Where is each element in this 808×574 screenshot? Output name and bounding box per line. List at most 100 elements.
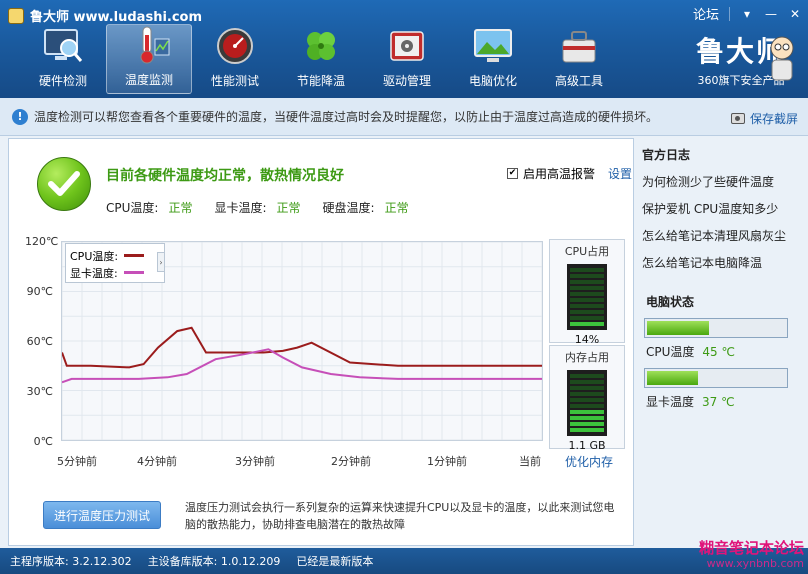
gpu-temp-row: 显卡温度 37 ℃ — [646, 393, 804, 410]
usage-bar-segment — [570, 304, 604, 308]
gpu-temp-meter-label: 显卡温度 — [646, 395, 695, 409]
main-nav: 硬件检测 温度监测 性能测试 节能降温 驱动管理 电脑优化 高级工具 — [20, 24, 622, 94]
log-link[interactable]: 怎么给笔记本清理风扇灰尘 — [642, 227, 804, 244]
nav-label: 温度监测 — [124, 73, 173, 87]
y-tick-label: 0℃ — [33, 435, 53, 448]
chart-legend: CPU温度: 显卡温度: › — [65, 243, 165, 283]
app-logo-icon — [8, 7, 24, 24]
nav-label: 电脑优化 — [468, 74, 517, 88]
thermometer-icon — [127, 25, 171, 65]
legend-swatch — [124, 254, 145, 257]
nav-energy-saving[interactable]: 节能降温 — [278, 24, 364, 94]
nav-driver-management[interactable]: 驱动管理 — [364, 24, 450, 94]
save-screenshot-label: 保存截屏 — [749, 112, 798, 126]
clover-icon — [299, 26, 343, 66]
menu-icon[interactable]: ▾ — [740, 7, 754, 21]
toolbox-icon — [557, 26, 601, 66]
log-link[interactable]: 怎么给笔记本电脑降温 — [642, 254, 804, 271]
memory-usage-meter — [567, 370, 607, 436]
monitor-landscape-icon — [471, 26, 515, 66]
x-tick-label: 2分钟前 — [331, 455, 371, 468]
legend-collapse-icon[interactable]: › — [157, 252, 165, 272]
x-tick-label: 当前 — [519, 455, 541, 468]
minimize-icon[interactable]: — — [764, 7, 778, 21]
status-row: CPU温度: 正常 显卡温度: 正常 硬盘温度: 正常 — [106, 199, 431, 216]
db-version: 主设备库版本: 1.0.12.209 — [147, 555, 281, 568]
divider — [729, 6, 730, 21]
nav-label: 硬件检测 — [38, 74, 87, 88]
cpu-temp-meter — [644, 318, 788, 338]
save-screenshot-button[interactable]: 保存截屏 — [730, 110, 798, 127]
nav-pc-optimize[interactable]: 电脑优化 — [450, 24, 536, 94]
cpu-usage-meter — [567, 264, 607, 330]
cpu-temp-meter-value: 45 ℃ — [702, 345, 735, 359]
usage-bar-segment — [570, 416, 604, 420]
gpu-temp-status: 正常 — [276, 201, 301, 215]
stress-test-description: 温度压力测试会执行一系列复杂的运算来快速提升CPU以及显卡的温度，以此来测试您电… — [185, 501, 615, 531]
nav-label: 驱动管理 — [382, 74, 431, 88]
legend-label: 显卡温度: — [70, 266, 118, 280]
memory-usage-value: 1.1 GB — [568, 439, 606, 452]
official-log-title: 官方日志 — [642, 148, 691, 162]
cpu-usage-panel: CPU占用 14% — [549, 239, 625, 346]
gpu-temp-meter-fill — [647, 371, 699, 385]
nav-label: 高级工具 — [554, 74, 603, 88]
temperature-panel: 目前各硬件温度均正常，散热情况良好 CPU温度: 正常 显卡温度: 正常 硬盘温… — [8, 138, 634, 546]
header: 鲁大师 www.ludashi.com 论坛 ▾ — ✕ 硬件检测 温度监测 性… — [0, 0, 808, 98]
disk-temp-label: 硬盘温度: — [322, 201, 375, 215]
speedometer-icon — [213, 26, 257, 66]
disk-temp-status: 正常 — [384, 201, 409, 215]
right-panel: 官方日志 为何检测少了些硬件温度 保护爱机 CPU温度知多少 怎么给笔记本清理风… — [636, 138, 804, 546]
cpu-temp-label: CPU温度: — [106, 201, 159, 215]
cpu-temp-meter-fill — [647, 321, 710, 335]
usage-bar-segment — [570, 398, 604, 402]
usage-bar-segment — [570, 316, 604, 320]
usage-bar-segment — [570, 280, 604, 284]
watermark-url: www.xynbnb.com — [706, 557, 804, 570]
x-tick-label: 1分钟前 — [427, 455, 467, 468]
nav-hardware-detect[interactable]: 硬件检测 — [20, 24, 106, 94]
gpu-temp-meter — [644, 368, 788, 388]
window-controls: 论坛 ▾ — ✕ — [693, 4, 802, 23]
main-version: 主程序版本: 3.2.12.302 — [10, 555, 132, 568]
cpu-temp-row: CPU温度 45 ℃ — [646, 343, 804, 360]
y-tick-label: 30℃ — [26, 385, 53, 398]
y-tick-label: 120℃ — [25, 235, 59, 248]
legend-label: CPU温度: — [70, 249, 119, 263]
temperature-chart: 120℃ 90℃ 60℃ 30℃ 0℃ 5分钟前 4分钟前 3分钟前 2分钟前 … — [9, 235, 549, 475]
x-tick-label: 4分钟前 — [137, 455, 177, 468]
nav-performance-test[interactable]: 性能测试 — [192, 24, 278, 94]
usage-bar-segment — [570, 386, 604, 390]
close-icon[interactable]: ✕ — [788, 7, 802, 21]
log-link[interactable]: 为何检测少了些硬件温度 — [642, 173, 804, 190]
usage-bar-segment — [570, 380, 604, 384]
nav-advanced-tools[interactable]: 高级工具 — [536, 24, 622, 94]
info-bar: ! 温度检测可以帮您查看各个重要硬件的温度，当硬件温度过高时会及时提醒您，以防止… — [0, 98, 808, 136]
usage-bar-segment — [570, 428, 604, 432]
legend-cpu: CPU温度: — [70, 247, 160, 264]
pc-status-title: 电脑状态 — [646, 295, 695, 309]
usage-bar-segment — [570, 422, 604, 426]
log-link[interactable]: 保护爱机 CPU温度知多少 — [642, 200, 804, 217]
alarm-checkbox[interactable]: ✔ — [507, 168, 518, 179]
status-title: 目前各硬件温度均正常，散热情况良好 — [106, 168, 344, 184]
usage-bar-segment — [570, 404, 604, 408]
usage-bar-segment — [570, 274, 604, 278]
usage-bar-segment — [570, 310, 604, 314]
stress-test-button[interactable]: 进行温度压力测试 — [43, 501, 161, 529]
nav-temperature-monitor[interactable]: 温度监测 — [106, 24, 192, 94]
settings-link[interactable]: 设置 — [608, 165, 632, 182]
gpu-temp-label: 显卡温度: — [214, 201, 267, 215]
app-window: 鲁大师 www.ludashi.com 论坛 ▾ — ✕ 硬件检测 温度监测 性… — [0, 0, 808, 574]
legend-gpu: 显卡温度: — [70, 264, 160, 281]
forum-link[interactable]: 论坛 — [693, 4, 719, 23]
info-text: 温度检测可以帮您查看各个重要硬件的温度，当硬件温度过高时会及时提醒您，以防止由于… — [34, 110, 659, 124]
status-bar: 主程序版本: 3.2.12.302 主设备库版本: 1.0.12.209 已经是… — [0, 548, 808, 574]
usage-bar-segment — [570, 374, 604, 378]
optimize-memory-link[interactable]: 优化内存 — [565, 453, 613, 470]
usage-bar-segment — [570, 392, 604, 396]
cpu-temp-status: 正常 — [168, 201, 193, 215]
check-ok-icon — [37, 157, 91, 211]
x-tick-label: 3分钟前 — [235, 455, 275, 468]
update-status: 已经是最新版本 — [296, 555, 374, 568]
